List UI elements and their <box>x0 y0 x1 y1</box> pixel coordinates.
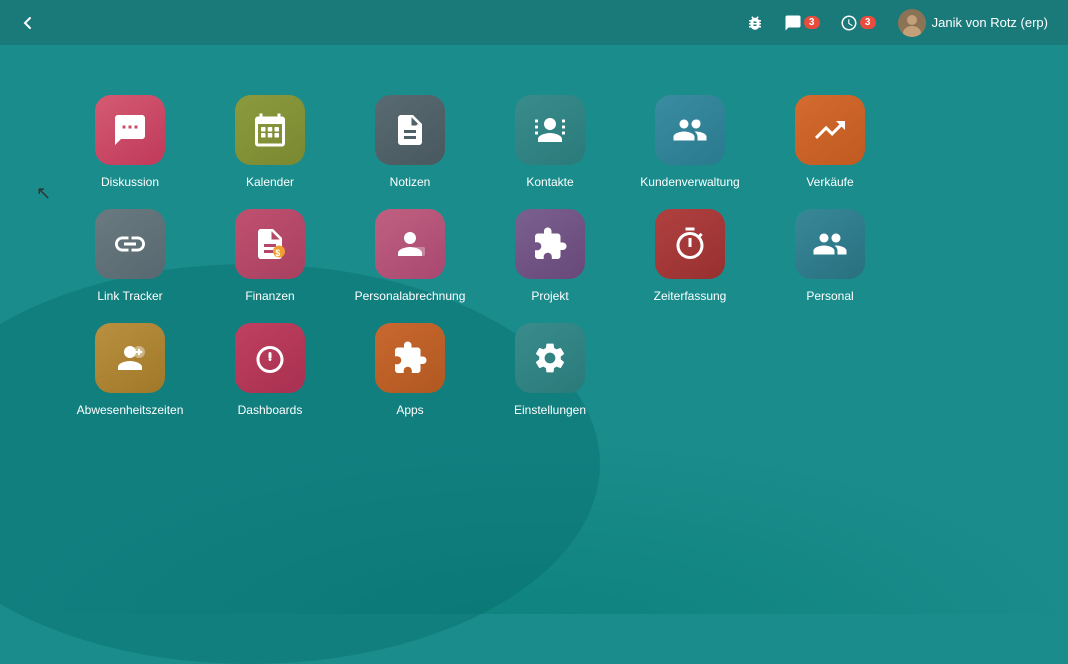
chat-button[interactable]: 3 <box>778 10 826 36</box>
app-label-projekt: Projekt <box>531 289 568 303</box>
app-icon-apps <box>375 323 445 393</box>
app-icon-personalabrechnung: $ <box>375 209 445 279</box>
app-icon-link-tracker <box>95 209 165 279</box>
back-button[interactable] <box>12 7 44 39</box>
app-notizen[interactable]: Notizen <box>360 95 460 189</box>
apps-row-3: Abwesenheitszeiten Dashboards Apps <box>80 323 988 417</box>
app-icon-abwesenheitszeiten <box>95 323 165 393</box>
app-label-kontakte: Kontakte <box>526 175 573 189</box>
app-projekt[interactable]: Projekt <box>500 209 600 303</box>
app-personalabrechnung[interactable]: $ Personalabrechnung <box>360 209 460 303</box>
app-diskussion[interactable]: Diskussion <box>80 95 180 189</box>
app-kontakte[interactable]: Kontakte <box>500 95 600 189</box>
app-label-diskussion: Diskussion <box>101 175 159 189</box>
app-verkaufe[interactable]: Verkäufe <box>780 95 880 189</box>
app-kundenverwaltung[interactable]: Kundenverwaltung <box>640 95 740 189</box>
app-icon-kundenverwaltung <box>655 95 725 165</box>
app-dashboards[interactable]: Dashboards <box>220 323 320 417</box>
app-label-verkaufe: Verkäufe <box>806 175 853 189</box>
app-icon-personal <box>795 209 865 279</box>
app-label-apps: Apps <box>396 403 423 417</box>
user-menu[interactable]: Janik von Rotz (erp) <box>890 5 1056 41</box>
chat-badge: 3 <box>804 16 820 29</box>
app-finanzen[interactable]: $ Finanzen <box>220 209 320 303</box>
app-grid: Diskussion Kalender <box>0 45 1068 437</box>
app-icon-einstellungen <box>515 323 585 393</box>
app-kalender[interactable]: Kalender <box>220 95 320 189</box>
apps-row-2: Link Tracker $ Finanzen $ Personalabre <box>80 209 988 303</box>
app-label-link-tracker: Link Tracker <box>97 289 162 303</box>
app-label-zeiterfassung: Zeiterfassung <box>654 289 727 303</box>
app-label-notizen: Notizen <box>390 175 431 189</box>
app-zeiterfassung[interactable]: Zeiterfassung <box>640 209 740 303</box>
app-icon-projekt <box>515 209 585 279</box>
app-icon-dashboards <box>235 323 305 393</box>
app-link-tracker[interactable]: Link Tracker <box>80 209 180 303</box>
clock-badge: 3 <box>860 16 876 29</box>
app-label-dashboards: Dashboards <box>238 403 303 417</box>
app-label-einstellungen: Einstellungen <box>514 403 586 417</box>
app-icon-kontakte <box>515 95 585 165</box>
app-abwesenheitszeiten[interactable]: Abwesenheitszeiten <box>80 323 180 417</box>
app-icon-kalender <box>235 95 305 165</box>
app-label-personal: Personal <box>806 289 853 303</box>
app-icon-finanzen: $ <box>235 209 305 279</box>
app-icon-verkaufe <box>795 95 865 165</box>
app-label-abwesenheitszeiten: Abwesenheitszeiten <box>77 403 184 417</box>
app-icon-zeiterfassung <box>655 209 725 279</box>
app-icon-notizen <box>375 95 445 165</box>
svg-text:$: $ <box>275 248 280 258</box>
app-label-finanzen: Finanzen <box>245 289 294 303</box>
header-right: 3 3 Janik von Rotz (erp) <box>740 5 1056 41</box>
header: 3 3 Janik von Rotz (erp) <box>0 0 1068 45</box>
bug-button[interactable] <box>740 10 770 36</box>
app-apps[interactable]: Apps <box>360 323 460 417</box>
app-personal[interactable]: Personal <box>780 209 880 303</box>
avatar <box>898 9 926 37</box>
app-label-kalender: Kalender <box>246 175 294 189</box>
apps-row-1: Diskussion Kalender <box>80 95 988 189</box>
clock-button[interactable]: 3 <box>834 10 882 36</box>
header-left <box>12 7 44 39</box>
app-einstellungen[interactable]: Einstellungen <box>500 323 600 417</box>
app-label-kundenverwaltung: Kundenverwaltung <box>640 175 739 189</box>
app-label-personalabrechnung: Personalabrechnung <box>355 289 466 303</box>
app-icon-diskussion <box>95 95 165 165</box>
user-name-label: Janik von Rotz (erp) <box>932 15 1048 30</box>
